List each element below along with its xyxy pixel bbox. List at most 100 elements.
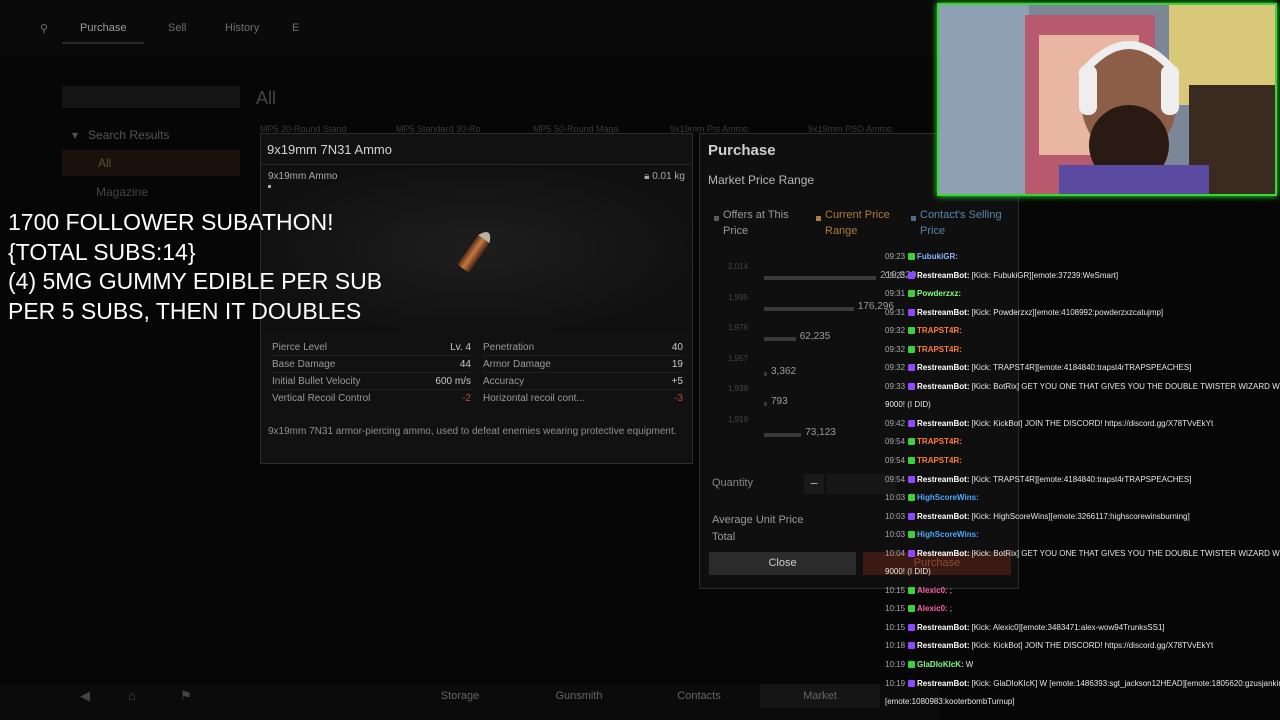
stat-label: Horizontal recoil cont... [483,393,585,404]
chat-badge-icon [908,364,916,372]
chart-y-tick: 1,938 [728,384,749,394]
chat-badge-icon [908,419,916,427]
webcam-image [939,5,1275,194]
chat-badge-icon [908,382,916,390]
chat-username: RestreamBot: [917,363,970,373]
chat-timestamp: 09:23 [885,252,906,261]
divider [271,372,471,373]
chat-text: ; [949,604,952,614]
stat-value: 600 m/s [435,376,471,387]
search-results-all-label: All [98,156,112,170]
chat-text: ; [949,585,952,595]
stat-label: Pierce Level [272,342,328,353]
divider [271,355,471,356]
chat-badge-icon [908,494,916,502]
chat-username: HighScoreWins: [917,530,979,540]
chart-bar-label: 793 [771,396,788,408]
chat-badge-icon [908,438,916,446]
chat-message: 09:32 TRAPST4R: [885,326,1280,335]
chat-username: TRAPST4R: [917,344,962,354]
legend-swatch [714,216,719,221]
stat-label: Accuracy [483,376,525,387]
category-magazine[interactable]: Magazine [96,185,148,199]
chat-badge-icon [908,661,916,669]
stat-value: 19 [671,359,683,370]
weight-icon: 🔒︎ [644,171,650,182]
search-results-header[interactable]: ▾ Search Results [72,128,169,142]
tab-sell[interactable]: Sell [168,22,186,34]
overlay-line: {TOTAL SUBS:14} [8,238,196,265]
chat-text: [Kick: HighScoreWins][emote:3266117:high… [971,511,1190,521]
chat-text: [Kick: TRAPST4R][emote:4184840:trapst4rT… [971,363,1192,373]
chat-username: RestreamBot: [917,641,970,651]
category-filter-dropdown[interactable] [62,86,240,108]
legend-offers: Offers at This Price [714,207,803,239]
chat-badge-icon [908,549,916,557]
chat-badge-icon [908,271,916,279]
chat-timestamp: 09:31 [885,307,906,317]
chat-username: GlaDIoKIcK: [917,660,964,670]
item-description: 9x19mm 7N31 armor-piercing ammo, used to… [268,426,677,437]
chat-text: [Kick: TRAPST4R][emote:4184840:trapst4rT… [971,474,1192,484]
nav-tab-contacts[interactable]: Contacts [639,690,759,702]
chat-message: 10:03 HighScoreWins: [885,493,1280,502]
tab-more-icon[interactable]: E [292,22,299,34]
quantity-decrease-button[interactable]: − [804,474,824,494]
chat-message: 09:42 RestreamBot: [Kick: KickBot] JOIN TH… [885,419,1280,428]
purchase-title: Purchase [708,142,776,159]
chat-timestamp: 09:54 [885,437,906,447]
quantity-label: Quantity [712,477,753,489]
close-button[interactable]: Close [709,552,856,575]
chat-message: 09:54 RestreamBot: [Kick: TRAPST4R][emote:… [885,475,1280,484]
chat-message: 10:15 RestreamBot: [Kick: Alexic0][emote:3… [885,623,1280,632]
chat-badge-icon [908,642,916,650]
average-unit-price-label: Average Unit Price [712,514,804,526]
chat-badge-icon [908,290,916,298]
chat-timestamp: 09:32 [885,363,906,373]
nav-tab-storage[interactable]: Storage [400,690,520,702]
chat-timestamp: 10:15 [885,604,906,614]
chat-text: [Kick: Alexic0][emote:3483471:alex-wow94… [971,622,1165,632]
active-tab-indicator [62,42,144,44]
chart-bar [764,306,854,311]
stat-label: Vertical Recoil Control [272,393,371,404]
item-subtitle: 9x19mm Ammo [268,171,338,182]
chat-message: 09:32 TRAPST4R: [885,345,1280,354]
stat-label: Penetration [483,342,535,353]
chat-username: RestreamBot: [917,381,970,391]
chat-message: 10:04 RestreamBot: [Kick: BotRix] GET YOU … [885,549,1280,558]
chart-y-tick: 1,995 [728,292,749,302]
bullet-icon [458,231,491,272]
chat-username: Alexic0: [917,585,948,595]
chat-message: 10:19 RestreamBot: [Kick: GlaDIoKIcK] W [e… [885,679,1280,688]
nav-tab-gunsmith[interactable]: Gunsmith [519,690,639,702]
nav-tab-market[interactable]: Market [760,690,880,702]
chart-bar [764,337,796,342]
chat-timestamp: 10:19 [885,678,906,688]
home-icon[interactable]: ⌂ [128,688,136,703]
search-icon[interactable]: ⚲ [40,22,48,35]
chat-badge-icon [908,623,916,631]
stat-label: Armor Damage [483,359,551,370]
chat-message: 09:23 FubukiGR: [885,252,1280,261]
chat-timestamp: 09:54 [885,456,906,466]
tab-purchase[interactable]: Purchase [80,22,126,34]
flag-icon[interactable]: ⚑ [180,688,192,704]
chat-message: 09:54 TRAPST4R: [885,456,1280,465]
chat-text: [Kick: BotRix] GET YOU ONE THAT GIVES YO… [971,381,1280,391]
chart-bar-label: 62,235 [799,331,831,343]
chart-y-tick: 1,919 [728,415,749,424]
chat-timestamp: 10:03 [885,511,906,521]
chat-overlay: 09:23 FubukiGR: 09:23 RestreamBot: [Kick: Fu… [885,252,1280,716]
chat-timestamp: 09:33 [885,381,906,391]
search-results-all-item[interactable]: All [62,150,240,176]
tab-history[interactable]: History [225,22,259,34]
chat-text: [emote:1080983:kooterbombTurnup] [885,697,1015,707]
stat-value: Lv. 4 [450,342,471,353]
chat-timestamp: 10:18 [885,641,906,651]
chat-message: 10:19 GlaDIoKIcK: W [885,660,1280,669]
chat-username: RestreamBot: [917,418,970,428]
legend-label: Contact's Selling Price [920,209,1002,237]
chat-badge-icon [908,345,916,353]
back-icon[interactable]: ◀ [80,688,90,704]
